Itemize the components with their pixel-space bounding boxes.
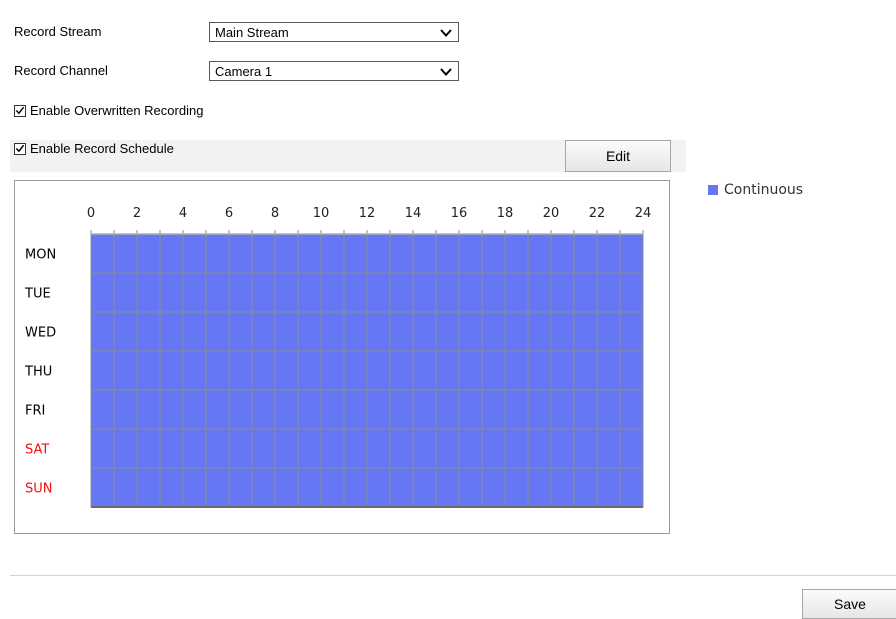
record-stream-value: Main Stream	[215, 25, 289, 40]
overwrite-checkbox[interactable]	[14, 104, 26, 117]
schedule-grid[interactable]: 0 2 4 6 8 10 12 14 16 18 20 22 24MONTUEWEDTHUFRISATS…	[15, 181, 669, 533]
record-channel-label: Record Channel	[14, 63, 108, 78]
legend-continuous-label: Continuous	[724, 182, 804, 198]
record-schedule-option[interactable]: Enable Record Schedule	[14, 141, 174, 156]
hour-label: 20	[543, 206, 560, 221]
day-label: WED	[25, 326, 56, 341]
checkmark-icon	[15, 144, 25, 153]
hour-label: 10	[313, 206, 330, 221]
divider	[10, 575, 896, 576]
record-schedule-label: Enable Record Schedule	[30, 141, 174, 156]
hour-label: 0	[87, 206, 95, 221]
hour-label: 24	[635, 206, 652, 221]
chevron-down-icon	[440, 68, 452, 76]
hour-label: 16	[451, 206, 468, 221]
overwrite-option[interactable]: Enable Overwritten Recording	[14, 103, 203, 118]
chevron-down-icon	[440, 29, 452, 37]
checkmark-icon	[15, 106, 25, 115]
record-schedule-checkbox[interactable]	[14, 142, 26, 155]
day-label: MON	[25, 248, 56, 263]
overwrite-label: Enable Overwritten Recording	[30, 103, 204, 118]
legend: Continuous	[708, 182, 803, 198]
hour-label: 22	[589, 206, 606, 221]
day-label: SUN	[25, 482, 53, 497]
edit-button[interactable]: Edit	[565, 140, 671, 172]
hour-label: 6	[225, 206, 233, 221]
continuous-swatch	[708, 185, 718, 195]
hour-label: 2	[133, 206, 141, 221]
day-label: FRI	[25, 404, 45, 419]
day-label: THU	[24, 365, 52, 380]
hour-label: 8	[271, 206, 279, 221]
hour-label: 14	[405, 206, 422, 221]
record-stream-select[interactable]: Main Stream	[209, 22, 459, 42]
record-channel-value: Camera 1	[215, 64, 273, 79]
schedule-grid-panel: 0 2 4 6 8 10 12 14 16 18 20 22 24 MON TUE WED THU FRI SAT S…	[14, 180, 670, 534]
record-channel-select[interactable]: Camera 1	[209, 61, 459, 81]
day-label: TUE	[24, 287, 51, 302]
hour-label: 12	[359, 206, 376, 221]
record-stream-label: Record Stream	[14, 24, 102, 39]
day-label: SAT	[25, 443, 49, 458]
hour-label: 18	[497, 206, 514, 221]
save-button[interactable]: Save	[802, 589, 896, 619]
hour-label: 4	[179, 206, 187, 221]
